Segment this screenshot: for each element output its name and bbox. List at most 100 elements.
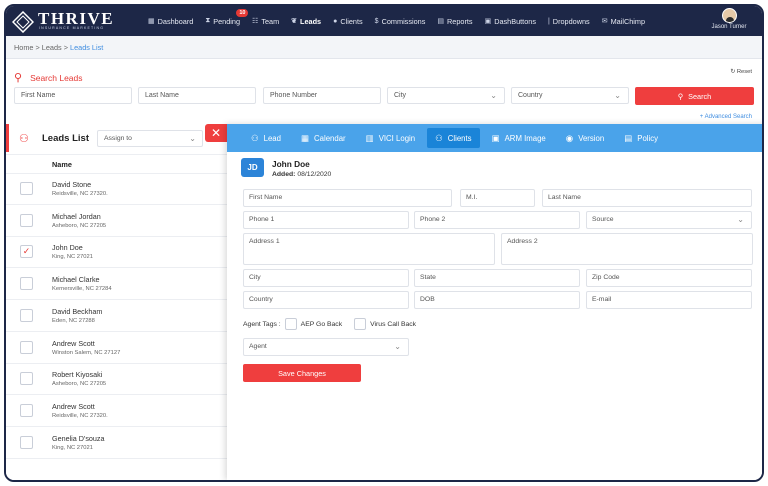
nav-mailchimp[interactable]: ✉ MailChimp [602,17,645,26]
lead-row[interactable]: Genelia D'souza King, NC 27021 [6,428,228,459]
agent-select[interactable]: Agent ⌄ [243,338,409,356]
nav-label: Leads [300,16,322,26]
lead-name[interactable]: John Doe [52,243,83,252]
source-select[interactable]: Source ⌄ [586,211,752,229]
assign-to-value: Assign to [104,135,132,142]
phone-1-field[interactable]: Phone 1 [243,211,409,229]
lead-row[interactable]: David Beckham Eden, NC 27288 [6,301,228,332]
nav-dashboard[interactable]: ▦ Dashboard [148,17,193,26]
lead-checkbox[interactable] [20,372,33,386]
nav-leads[interactable]: ❦ Leads [291,17,321,26]
close-icon: ✕ [210,126,222,140]
top-navbar: THRIVE INSURANCE MARKETING ▦ Dashboard ⧗ P… [6,6,762,36]
thrive-logo[interactable]: THRIVE INSURANCE MARKETING [12,9,124,33]
lead-row[interactable]: Andrew Scott Reidsville, NC 27320. [6,396,228,427]
leads-list-title: Leads List [42,133,89,144]
name-column-header[interactable]: Name [6,154,228,174]
nav-label: Dropdowns [552,16,590,26]
middle-initial-field[interactable]: M.I. [460,189,535,207]
tab-label: Policy [637,133,659,143]
nav-team[interactable]: ☷ Team [252,17,279,26]
address-1-field[interactable]: Address 1 [243,233,495,265]
clients-icon: ⚇ [435,132,443,143]
nav-dashbuttons[interactable]: ▣ DashButtons [485,17,536,26]
zip-code-field[interactable]: Zip Code [586,269,752,287]
version-icon: ◉ [565,132,574,143]
lead-row[interactable]: Robert Kiyosaki Asheboro, NC 27205 [6,364,228,396]
tab-version[interactable]: ◉ Version [558,128,612,148]
lead-checkbox[interactable]: ✓ [20,245,33,259]
lead-name[interactable]: David Beckham [52,307,102,316]
last-name-field[interactable]: Last Name [542,189,752,207]
nav-dropdowns[interactable]: | Dropdowns [548,17,590,26]
tab-clients[interactable]: ⚇ Clients [427,128,480,148]
lead-name[interactable]: Robert Kiyosaki [52,370,102,379]
nav-clients[interactable]: ● Clients [333,17,363,26]
user-icon: ● [333,17,338,25]
tab-label: Calendar [314,133,346,143]
lead-location: Eden, NC 27288 [52,317,95,324]
diamond-logo-icon [12,11,34,33]
assign-to-select[interactable]: Assign to ⌄ [97,130,203,147]
breadcrumb-separator: > [33,43,42,52]
close-drawer-button[interactable]: ✕ [205,124,227,142]
lead-checkbox[interactable] [20,182,33,195]
lead-row[interactable]: Michael Clarke Kernersville, NC 27284 [6,269,228,301]
virus-call-back-checkbox[interactable] [354,318,367,330]
lead-row[interactable]: ✓ John Doe King, NC 27021 [6,237,228,269]
aep-go-back-checkbox[interactable] [284,318,297,330]
user-menu[interactable]: Jason Turner [704,8,754,34]
first-name-field[interactable]: First Name [243,189,452,207]
address-2-field[interactable]: Address 2 [501,233,753,265]
lead-checkbox[interactable] [20,277,33,291]
lead-checkbox[interactable] [20,308,33,322]
search-button[interactable]: ⚲ Search [635,87,754,105]
calendar-icon: ▦ [300,132,310,143]
tab-lead[interactable]: ⚇ Lead [243,128,289,148]
lead-name[interactable]: Michael Jordan [52,212,101,221]
nav-label: Pending [213,16,241,26]
lead-checkbox[interactable] [20,213,33,227]
country-field[interactable]: Country [243,291,409,309]
vici-icon: ▥ [365,132,374,143]
lead-checkbox[interactable] [20,435,33,449]
breadcrumb-separator: > [61,43,71,52]
breadcrumb-home[interactable]: Home [14,43,33,52]
save-changes-button[interactable]: Save Changes [243,364,361,382]
lead-row[interactable]: Michael Jordan Asheboro, NC 27205 [6,206,228,237]
tab-vici-login[interactable]: ▥ VICI Login [358,128,423,148]
breadcrumb-leads[interactable]: Leads [42,43,62,52]
advanced-search-link[interactable]: + Advanced Search [700,114,752,120]
lead-name[interactable]: Genelia D'souza [52,434,105,443]
lead-name[interactable]: David Stone [52,180,91,189]
nav-pending[interactable]: ⧗ Pending 10 [205,8,249,26]
breadcrumb-current: Leads List [70,43,104,52]
nav-commissions[interactable]: $ Commissions [375,17,426,26]
country-select[interactable]: Country ⌄ [511,87,629,104]
phone-2-field[interactable]: Phone 2 [414,211,580,229]
lead-name[interactable]: Andrew Scott [52,402,95,411]
lead-checkbox[interactable] [20,403,33,417]
lead-name[interactable]: Michael Clarke [52,275,100,284]
email-field[interactable]: E-mail [586,291,752,309]
last-name-input[interactable]: Last Name [138,87,256,104]
state-field[interactable]: State [414,269,580,287]
lead-location: King, NC 27021 [52,254,93,261]
lead-location: Winston Salem, NC 27127 [52,349,121,356]
nav-reports[interactable]: ▤ Reports [437,17,472,26]
tab-arm-image[interactable]: ▣ ARM Image [484,128,554,148]
phone-number-input[interactable]: Phone Number [263,87,381,104]
dob-field[interactable]: DOB [414,291,580,309]
lead-checkbox[interactable] [20,340,33,354]
tab-calendar[interactable]: ▦ Calendar [293,128,354,148]
nav-label: Reports [447,16,473,26]
lead-name[interactable]: Andrew Scott [52,339,95,348]
main-nav: ▦ Dashboard ⧗ Pending 10 ☷ Team ❦ Leads ● Clie… [148,6,657,36]
lead-row[interactable]: Andrew Scott Winston Salem, NC 27127 [6,333,228,364]
lead-row[interactable]: David Stone Reidsville, NC 27320. [6,174,228,205]
city-field[interactable]: City [243,269,409,287]
first-name-input[interactable]: First Name [14,87,132,104]
city-select[interactable]: City ⌄ [387,87,505,104]
reset-link[interactable]: ↻ Reset [730,69,752,75]
tab-policy[interactable]: ▤ Policy [616,128,666,148]
